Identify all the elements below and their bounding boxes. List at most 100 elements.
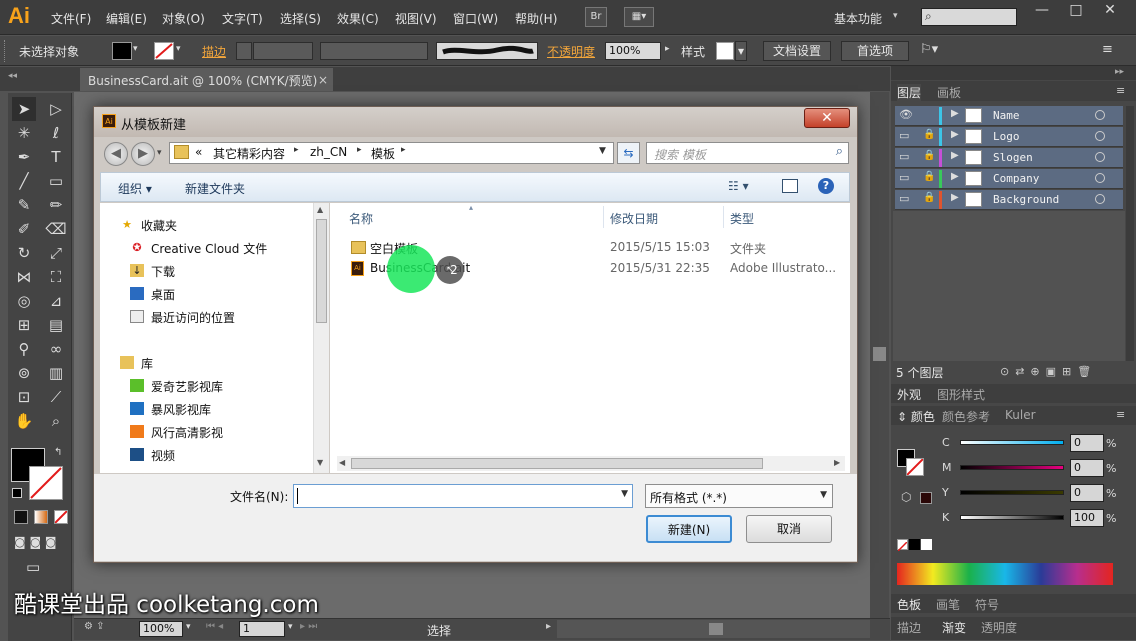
blend-tool-icon[interactable]: ∞ xyxy=(44,337,68,361)
black-swatch[interactable] xyxy=(909,539,920,550)
workspace-switcher[interactable]: 基本功能 xyxy=(834,10,882,27)
lock-icon[interactable]: 🔒 xyxy=(923,171,935,182)
menu-edit[interactable]: 编辑(E) xyxy=(106,10,147,27)
layers-scrollbar[interactable] xyxy=(1126,106,1134,361)
canvas-vertical-scrollbar[interactable] xyxy=(870,92,889,618)
tab-swatches[interactable]: 色板 xyxy=(897,596,921,613)
preview-pane-icon[interactable] xyxy=(782,179,798,193)
forward-button[interactable]: ▶ xyxy=(131,142,155,166)
eyedropper-tool-icon[interactable]: ⚲ xyxy=(12,337,36,361)
gradient-tool-icon[interactable]: ▤ xyxy=(44,313,68,337)
graphic-style-swatch[interactable] xyxy=(716,42,734,60)
dialog-search-input[interactable]: 搜索 模板 ⌕ xyxy=(646,142,849,164)
preferences-button[interactable]: 首选项 xyxy=(841,41,909,61)
fill-swatch[interactable] xyxy=(112,42,132,60)
draw-mode-icon[interactable]: ◙ ◙ ◙ xyxy=(14,535,57,549)
nav-favorites[interactable]: 收藏夹 xyxy=(141,217,177,234)
breadcrumb-zh-cn[interactable]: zh_CN xyxy=(310,145,347,159)
stroke-color-swatch[interactable] xyxy=(29,466,63,500)
file-format-select[interactable]: 所有格式 (*.*) ▼ xyxy=(645,484,833,508)
layer-row-logo[interactable]: ▭ 🔒 ▶ Logo xyxy=(895,127,1123,147)
document-tab[interactable]: BusinessCard.ait @ 100% (CMYK/预览) xyxy=(80,68,333,91)
scale-tool-icon[interactable]: ⤢ xyxy=(44,241,68,265)
none-swatch[interactable] xyxy=(897,539,908,552)
rectangle-tool-icon[interactable]: ▭ xyxy=(44,169,68,193)
collapse-panels-icon[interactable]: ◂◂ xyxy=(8,71,17,81)
symbol-sprayer-tool-icon[interactable]: ⊚ xyxy=(12,361,36,385)
nav-libraries[interactable]: 库 xyxy=(141,355,153,372)
fill-dropdown-icon[interactable]: ▾ xyxy=(133,44,138,54)
gradient-mode-icon[interactable] xyxy=(34,510,48,524)
tab-kuler[interactable]: Kuler xyxy=(1005,408,1036,422)
tab-color-guide[interactable]: 颜色参考 xyxy=(942,408,990,425)
help-search-input[interactable]: ⌕ xyxy=(921,8,1017,26)
black-value[interactable]: 100 xyxy=(1070,509,1104,527)
nav-item-iqiyi[interactable]: 爱奇艺影视库 xyxy=(151,378,223,395)
zoom-tool-icon[interactable]: ⌕ xyxy=(44,409,68,433)
none-mode-icon[interactable] xyxy=(54,510,68,524)
nav-item-desktop[interactable]: 桌面 xyxy=(151,286,175,303)
new-button[interactable]: 新建(N) xyxy=(646,515,732,543)
filename-input[interactable]: ▼ xyxy=(293,484,633,508)
refresh-icon[interactable]: ⇆ xyxy=(617,142,640,164)
layer-row-name[interactable]: 👁 ▶ Name xyxy=(895,106,1123,126)
back-button[interactable]: ◀ xyxy=(104,142,128,166)
workspace-dropdown-icon[interactable]: ▾ xyxy=(893,11,898,21)
scroll-thumb[interactable] xyxy=(316,219,327,323)
yellow-slider[interactable] xyxy=(960,490,1064,495)
direct-selection-tool-icon[interactable]: ▷ xyxy=(44,97,68,121)
expand-arrow-icon[interactable]: ▶ xyxy=(951,192,959,203)
column-header-date[interactable]: 修改日期 xyxy=(610,210,658,227)
breadcrumb-separator-icon[interactable]: ▸ xyxy=(357,145,362,155)
color-panel-menu-icon[interactable]: ≡ xyxy=(1116,408,1125,421)
yellow-value[interactable]: 0 xyxy=(1070,484,1104,502)
menu-effect[interactable]: 效果(C) xyxy=(337,10,379,27)
tab-color[interactable]: ⇕ 颜色 xyxy=(897,408,935,425)
status-menu-icon[interactable]: ▸ xyxy=(546,621,551,632)
shape-builder-tool-icon[interactable]: ◎ xyxy=(12,289,36,313)
variable-width-profile[interactable] xyxy=(320,42,428,60)
cancel-button[interactable]: 取消 xyxy=(746,515,832,543)
lock-icon[interactable]: 🔒 xyxy=(923,129,935,140)
column-header-name[interactable]: 名称 xyxy=(349,210,373,227)
menu-type[interactable]: 文字(T) xyxy=(222,10,263,27)
layer-action-icons[interactable]: ⊙⇄⊕▣⊞🗑 xyxy=(1000,365,1097,378)
color-mode-icon[interactable] xyxy=(14,510,28,524)
swap-colors-icon[interactable]: ↰ xyxy=(54,447,62,458)
stroke-label[interactable]: 描边 xyxy=(202,43,226,60)
menu-select[interactable]: 选择(S) xyxy=(280,10,321,27)
maximize-button[interactable]: □ xyxy=(1059,0,1093,22)
target-circle-icon[interactable] xyxy=(1095,110,1105,120)
panel-stroke-swatch[interactable] xyxy=(906,458,924,476)
scroll-down-icon[interactable]: ▼ xyxy=(317,458,323,467)
scroll-right-icon[interactable]: ▶ xyxy=(834,458,840,467)
rotate-tool-icon[interactable]: ↻ xyxy=(12,241,36,265)
document-setup-button[interactable]: 文档设置 xyxy=(763,41,831,61)
default-colors-icon[interactable] xyxy=(12,488,22,498)
tab-gradient[interactable]: 渐变 xyxy=(942,619,966,636)
layer-row-slogen[interactable]: ▭ 🔒 ▶ Slogen xyxy=(895,148,1123,168)
search-icon[interactable]: ⌕ xyxy=(836,144,843,159)
first-artboard-icon[interactable]: ⏮ ◂ xyxy=(206,621,223,632)
bridge-button[interactable]: Br xyxy=(585,7,607,27)
status-icons[interactable]: ⚙ ⇪ xyxy=(84,621,105,632)
recent-locations-icon[interactable]: ▾ xyxy=(157,148,162,158)
breadcrumb-separator-icon[interactable]: ▸ xyxy=(294,145,299,155)
expand-arrow-icon[interactable]: ▶ xyxy=(951,108,959,119)
artboard-dropdown-icon[interactable]: ▾ xyxy=(288,622,293,632)
tab-symbols[interactable]: 符号 xyxy=(975,596,999,613)
visibility-eye-icon[interactable]: ▭ xyxy=(899,129,909,142)
visibility-eye-icon[interactable]: 👁 xyxy=(899,108,913,121)
menu-view[interactable]: 视图(V) xyxy=(395,10,437,27)
lock-icon[interactable]: 🔒 xyxy=(923,192,935,203)
nav-item-recent[interactable]: 最近访问的位置 xyxy=(151,309,235,326)
organize-button[interactable]: 组织 ▾ xyxy=(118,180,152,197)
menu-help[interactable]: 帮助(H) xyxy=(515,10,557,27)
paintbrush-tool-icon[interactable]: ✎ xyxy=(12,193,36,217)
column-divider[interactable] xyxy=(723,206,724,228)
white-swatch[interactable] xyxy=(921,539,932,550)
stroke-dropdown-icon[interactable]: ▾ xyxy=(176,44,181,54)
format-dropdown-icon[interactable]: ▼ xyxy=(820,490,827,500)
nav-pane-scrollbar[interactable]: ▲ ▼ xyxy=(313,203,329,473)
target-circle-icon[interactable] xyxy=(1095,194,1105,204)
